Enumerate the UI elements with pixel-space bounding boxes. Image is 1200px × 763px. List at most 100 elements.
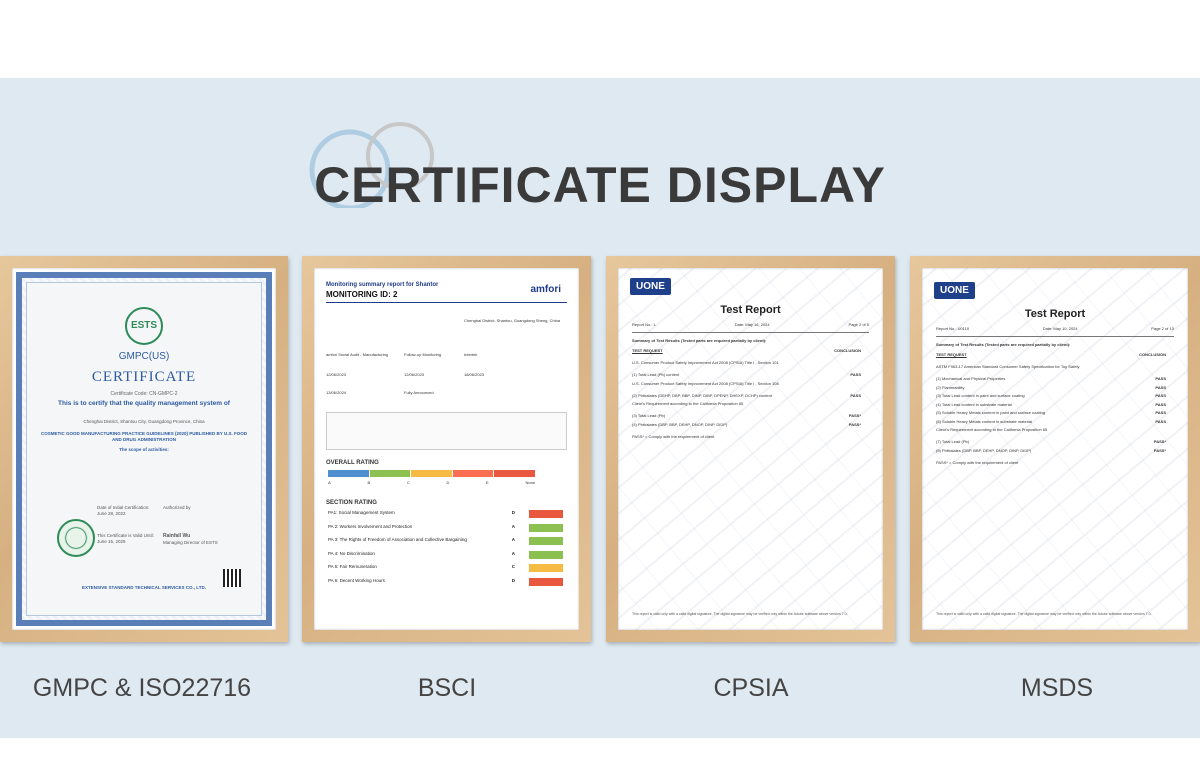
section-grade: A (511, 550, 515, 556)
report-footer: This report is valid only with a valid d… (632, 612, 848, 616)
certify-line: This is to certify that the quality mana… (58, 400, 230, 407)
test-request-label: TEST REQUEST (936, 352, 967, 357)
rating-c (411, 470, 452, 477)
result-row: (4) Total Lead content in substrate mate… (936, 402, 1174, 407)
rating-letter: C (407, 480, 410, 485)
result-value: PASS (1155, 393, 1166, 398)
result-value: PASS (850, 372, 861, 377)
report-page: Page 2 of 5 (848, 322, 869, 327)
certificate-frame-gmpc[interactable]: ESTS GMPC(US) CERTIFICATE Certificate Co… (0, 256, 288, 642)
test-report-title: Test Report (1024, 308, 1086, 320)
test-report-paper: UONE Test Report Report No.: U0110 Date:… (922, 268, 1188, 630)
section-name: PA 5: Fair Remuneration (328, 564, 377, 569)
conclusion-label: CONCLUSION (1139, 352, 1166, 357)
notice-box (326, 412, 567, 450)
result-value: PASS (1155, 401, 1166, 407)
caption-gmpc: GMPC & ISO22716 (32, 674, 252, 702)
report-date: Date: May 16, 2024 (734, 322, 770, 327)
result-row: (2) Phthalates (DEHP, DBP, BBP, DINP, DI… (632, 393, 869, 398)
result-row: Client's Requirement according to the Ca… (936, 427, 1174, 432)
section-row: PA 2: Workers Involvement and Protection… (328, 523, 567, 534)
partner-value: Intertek (464, 352, 478, 357)
section-row: PA 3: The Rights of Freedom of Associati… (328, 537, 567, 547)
summary-heading: Summary of Test Results (Tested parts ar… (936, 342, 1071, 347)
result-row: U.S. Consumer Product Safety Improvement… (632, 381, 869, 386)
rating-letter: None (525, 480, 536, 485)
section-grade-bar (529, 577, 563, 586)
result-text: (4) Phthalates (DBP, BBP, DEHP, DNOP, DI… (632, 421, 728, 427)
result-text: (3) Total Lead content in paint and surf… (936, 393, 1025, 398)
result-text: (1) Total Lead (Pb) content (632, 372, 680, 377)
result-text: U.S. Consumer Product Safety Improvement… (632, 360, 779, 365)
section-name: PA 6: Decent Working Hours (328, 577, 385, 583)
result-row: (4) Phthalates (DBP, BBP, DEHP, DNOP, DI… (632, 422, 869, 427)
result-row: (6) Soluble Heavy Metals content in subs… (936, 419, 1174, 424)
certificate-frame-cpsia[interactable]: UONE Test Report Report No.: L Date: May… (606, 256, 895, 642)
result-row: (3) Total Lead content in paint and surf… (936, 393, 1174, 398)
test-report-title: Test Report (720, 304, 781, 316)
certificate-inner: ESTS GMPC(US) CERTIFICATE Certificate Co… (26, 282, 262, 616)
certificate-frame-bsci[interactable]: Monitoring summary report for Shantor MO… (302, 256, 591, 642)
rating-letters: A B C D E None (328, 480, 565, 485)
report-title: Monitoring summary report for Shantor (326, 282, 439, 288)
certificate-address: Chenghai District, Shantou City, Guangdo… (83, 419, 205, 424)
caption-cpsia: CPSIA (713, 674, 789, 702)
section-grade: A (511, 523, 515, 529)
result-value: PASS* (848, 413, 861, 418)
result-row: (8) Phthalates (DBP, BBP, DEHP, DNOP, DI… (936, 448, 1174, 453)
result-text: Client's Requirement according to the Ca… (936, 427, 1048, 432)
section-name: PA 2: Workers Involvement and Protection (328, 523, 413, 529)
qr-code-icon (223, 569, 241, 587)
authorized-label: Authorized by (163, 505, 191, 510)
section-row: PA1: Social Management System D (328, 510, 567, 520)
address-value: Chenghai District, Shantou, Guangdong Sh… (464, 318, 561, 323)
result-row: U.S. Consumer Product Safety Improvement… (632, 360, 869, 365)
report-paper: Monitoring summary report for Shantor MO… (314, 268, 579, 630)
conclusion-label: CONCLUSION (834, 348, 861, 353)
certificate-code: Certificate Code: CN-GMPC-2 (110, 391, 178, 397)
section-grade-bar (529, 550, 563, 559)
section-name: PA1: Social Management System (328, 510, 395, 515)
result-value: PASS* (1153, 439, 1166, 444)
result-text: Client's Requirement according to the Ca… (632, 401, 744, 406)
monitoring-id: MONITORING ID: 2 (326, 290, 398, 299)
report-meta: Report No.: U0110 Date: May 10, 2024 Pag… (936, 326, 1174, 331)
result-row: (5) Soluble Heavy Metals content in pain… (936, 410, 1174, 415)
section-grade: C (511, 564, 515, 569)
rating-letter: B (367, 480, 371, 485)
result-text: (1) Mechanical and Physical Properties (936, 376, 1006, 381)
result-row: ASTM F963-17 American Standard Consumer … (936, 364, 1174, 369)
result-row: (1) Total Lead (Pb) content PASS (632, 372, 869, 377)
rating-bar (328, 470, 535, 477)
report-footer: This report is valid only with a valid d… (936, 612, 1152, 616)
section-grade: A (511, 537, 515, 542)
meta-rule (936, 336, 1174, 337)
rating-letter: A (328, 480, 331, 485)
caption-msds: MSDS (1020, 674, 1094, 702)
certificate-standard: COSMETIC GOOD MANUFACTURING PRACTICE GUI… (41, 431, 247, 442)
initial-date: June 28, 2022 (97, 511, 126, 516)
uone-logo: UONE (934, 282, 975, 299)
result-value: PASS (1155, 384, 1166, 390)
pass-note: PASS* = Comply with the requirement of c… (936, 460, 1019, 465)
result-text: (4) Total Lead content in substrate mate… (936, 401, 1012, 407)
meta-rule (632, 332, 869, 333)
rating-letter: E (486, 480, 489, 485)
issuer-name: EXTENSIVE STANDARD TECHNICAL SERVICES CO… (82, 585, 206, 590)
certificate-heading: CERTIFICATE (91, 369, 197, 385)
result-text: U.S. Consumer Product Safety Improvement… (632, 380, 779, 386)
certificate-frame-msds[interactable]: UONE Test Report Report No.: U0110 Date:… (910, 256, 1200, 642)
rating-e (494, 470, 535, 477)
test-report-paper: UONE Test Report Report No.: L Date: May… (618, 268, 883, 630)
report-meta: Report No.: L Date: May 16, 2024 Page 2 … (632, 322, 869, 327)
announcement-value: Fully Announced (404, 390, 434, 395)
caption-bsci: BSCI (417, 674, 477, 702)
result-row: (1) Mechanical and Physical Properties PA… (936, 376, 1174, 381)
test-request-header: TEST REQUEST CONCLUSION (632, 348, 869, 353)
section-name: PA 4: No Discrimination (328, 550, 375, 556)
report-page: Page 2 of 13 (1151, 326, 1174, 331)
amfori-logo: amfori (530, 284, 561, 295)
result-value: PASS (1155, 418, 1166, 424)
result-text: ASTM F963-17 American Standard Consumer … (936, 364, 1080, 369)
result-row: (2) Flammability PASS (936, 385, 1174, 390)
